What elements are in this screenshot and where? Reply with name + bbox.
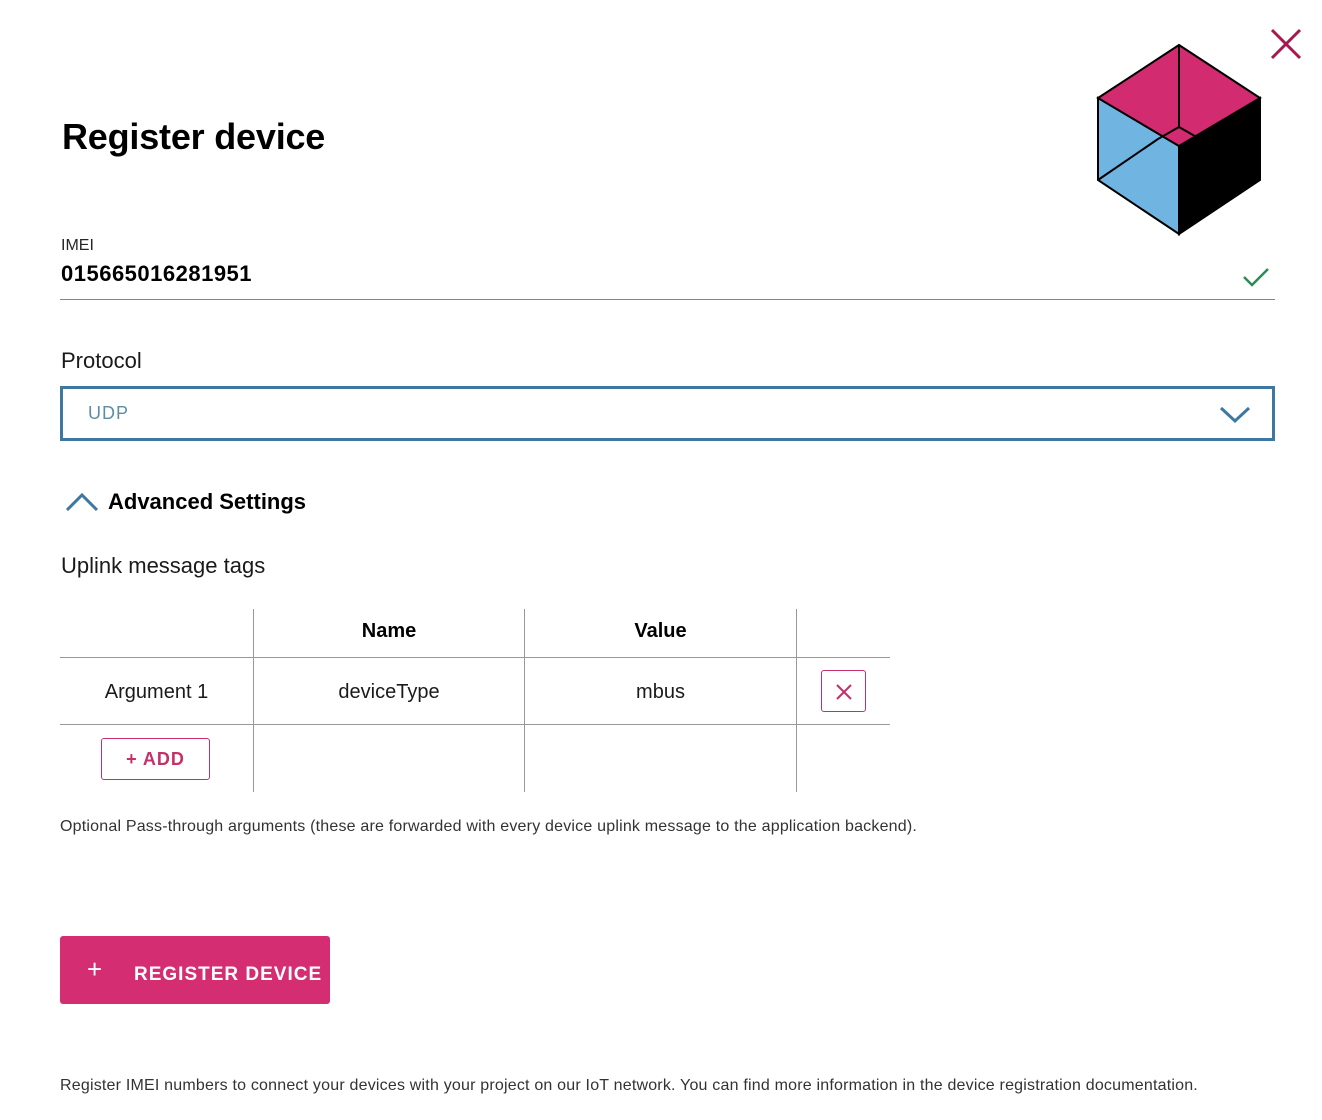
plus-icon: + — [87, 954, 103, 984]
delete-tag-button[interactable] — [821, 670, 866, 712]
column-header-value: Value — [634, 620, 687, 642]
imei-input[interactable] — [61, 261, 1221, 287]
footer-text: Register IMEI numbers to connect your de… — [60, 1077, 1198, 1094]
uplink-tags-label: Uplink message tags — [61, 553, 266, 578]
page-title: Register device — [62, 116, 326, 157]
chevron-up-icon — [65, 492, 99, 512]
register-device-label: REGISTER DEVICE — [134, 964, 323, 985]
close-button[interactable] — [1266, 24, 1306, 64]
register-device-button[interactable]: + REGISTER DEVICE — [60, 936, 330, 1004]
close-icon — [1270, 28, 1302, 60]
advanced-settings-toggle[interactable]: Advanced Settings — [64, 484, 306, 520]
tags-help-text: Optional Pass-through arguments (these a… — [60, 818, 918, 835]
advanced-settings-label: Advanced Settings — [108, 489, 307, 514]
close-icon — [836, 684, 852, 700]
protocol-label: Protocol — [61, 348, 142, 373]
cube-illustration — [1094, 42, 1264, 236]
check-icon — [1241, 264, 1271, 290]
imei-label: IMEI — [61, 237, 94, 254]
table-divider — [60, 657, 890, 658]
imei-underline — [60, 299, 1275, 300]
table-divider — [796, 609, 797, 792]
add-tag-button[interactable]: + ADD — [101, 738, 210, 780]
table-divider — [60, 724, 890, 725]
protocol-selected-value: UDP — [88, 403, 130, 423]
argument-label: Argument 1 — [104, 681, 209, 703]
protocol-select[interactable]: UDP — [60, 386, 1275, 441]
column-header-name: Name — [361, 620, 417, 642]
tag-name-cell[interactable]: deviceType — [254, 681, 524, 704]
chevron-down-icon — [1219, 406, 1251, 424]
tag-value-cell[interactable]: mbus — [525, 681, 796, 704]
